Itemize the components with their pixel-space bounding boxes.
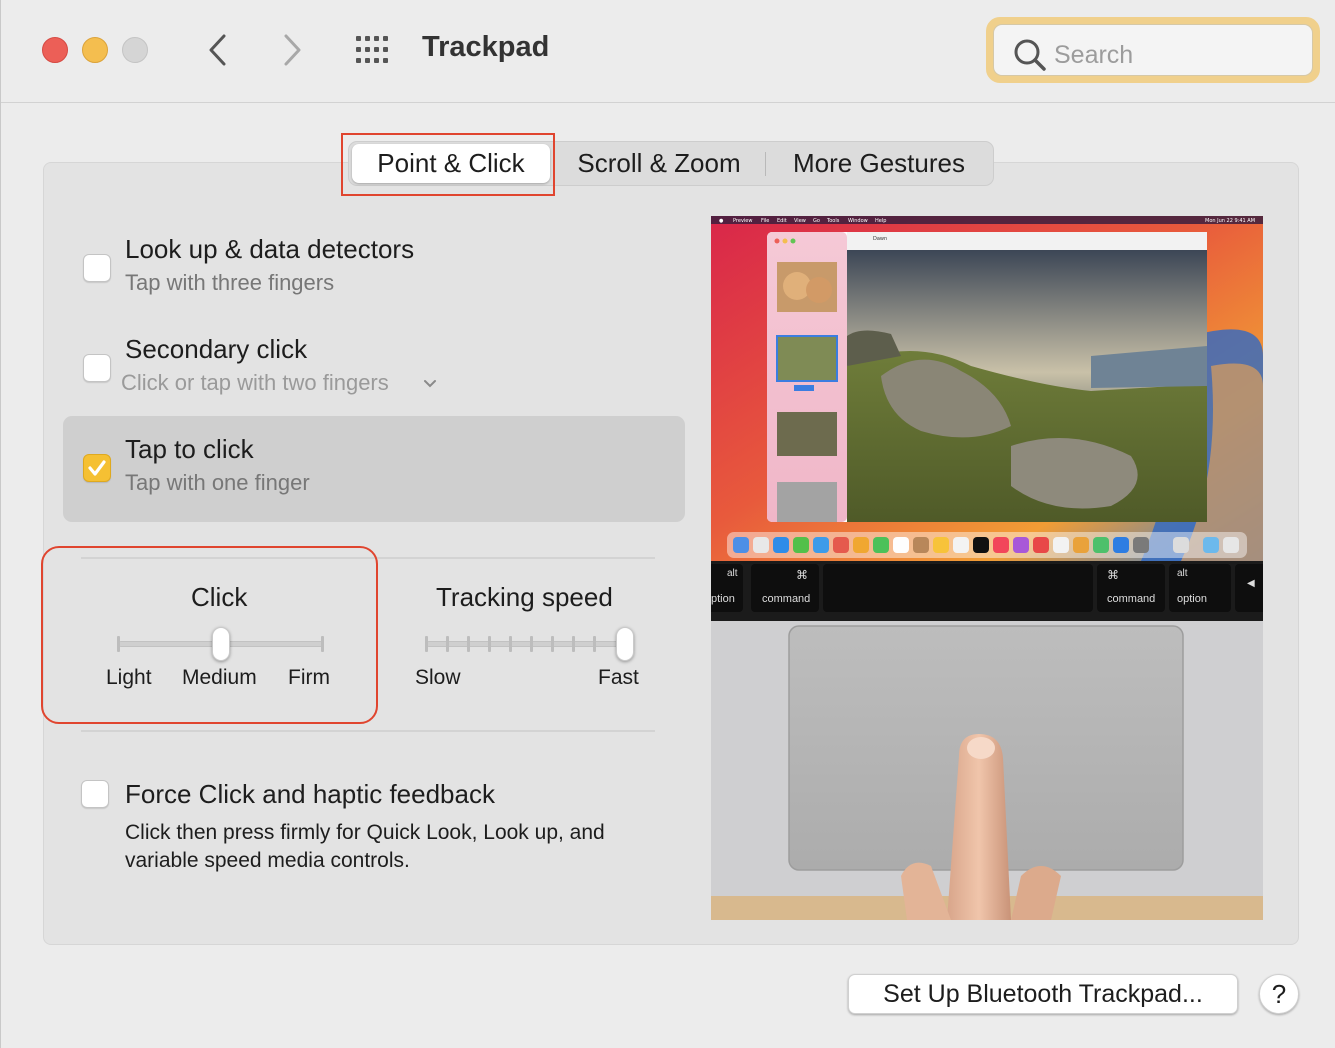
checkmark-icon [88, 460, 106, 476]
search-placeholder: Search [1054, 41, 1134, 69]
annotation-box-click [41, 546, 378, 724]
grid-icon [356, 36, 388, 63]
svg-text:●: ● [719, 218, 724, 224]
secondary-click-title: Secondary click [125, 334, 308, 364]
key-command-left: command [762, 593, 811, 605]
tracking-slider-tick [488, 636, 491, 652]
tracking-slider-knob[interactable] [616, 627, 634, 661]
setup-bluetooth-trackpad-button[interactable]: Set Up Bluetooth Trackpad... [848, 974, 1238, 1014]
help-button[interactable]: ? [1259, 974, 1299, 1014]
chevron-down-icon [424, 380, 436, 388]
key-option-right: option [1177, 593, 1207, 605]
secondary-click-checkbox[interactable] [83, 354, 111, 382]
key-cmd-symbol-right: ⌘ [1107, 568, 1119, 582]
svg-text:View: View [794, 218, 806, 224]
svg-text:Preview: Preview [733, 218, 752, 224]
svg-text:Dawn: Dawn [873, 236, 887, 242]
svg-text:Edit: Edit [777, 218, 787, 224]
tracking-label-fast: Fast [598, 666, 639, 689]
tracking-slider-tick [593, 636, 596, 652]
tracking-speed-title: Tracking speed [436, 582, 613, 612]
gesture-preview-image: ● Preview File Edit View Go Tools Window Help M… [711, 216, 1263, 920]
back-button[interactable] [201, 30, 235, 70]
key-cmd-symbol-left: ⌘ [796, 568, 808, 582]
tab-separator [765, 152, 766, 176]
system-preferences-window: Trackpad Search Point & Click Scroll & Z… [0, 0, 1335, 1048]
lookup-checkbox[interactable] [83, 254, 111, 282]
zoom-button[interactable] [122, 37, 148, 63]
svg-text:Window: Window [848, 218, 868, 224]
key-option-left: ption [711, 593, 735, 605]
tracking-slider-track [426, 641, 626, 647]
svg-text:Tools: Tools [826, 218, 840, 224]
tracking-slider-tick [572, 636, 575, 652]
annotation-box-tab [341, 133, 555, 196]
tap-to-click-row[interactable] [63, 416, 685, 522]
arrow-left-key-icon: ◀ [1247, 578, 1255, 589]
show-all-button[interactable] [355, 35, 393, 65]
force-click-title: Force Click and haptic feedback [125, 779, 495, 809]
tracking-slider-tick [530, 636, 533, 652]
tap-to-click-title: Tap to click [125, 434, 254, 464]
tap-to-click-subtitle: Tap with one finger [125, 470, 310, 495]
key-command-right: command [1107, 593, 1156, 605]
chevron-left-icon [209, 34, 226, 66]
svg-text:Go: Go [813, 218, 820, 224]
search-field[interactable]: Search [986, 17, 1320, 83]
tap-to-click-checkbox[interactable] [83, 454, 111, 482]
lookup-title: Look up & data detectors [125, 234, 415, 264]
forward-button[interactable] [275, 30, 309, 70]
divider-bottom [81, 730, 655, 732]
key-alt-right: alt [1177, 568, 1188, 579]
secondary-click-subtitle: Click or tap with two fingers [121, 370, 389, 395]
search-input[interactable]: Search [993, 24, 1313, 76]
close-button[interactable] [42, 37, 68, 63]
secondary-click-popup[interactable]: Click or tap with two fingers [121, 368, 451, 398]
tracking-slider-tick [446, 636, 449, 652]
svg-text:File: File [761, 218, 769, 224]
tracking-slider-tick [467, 636, 470, 652]
minimize-button[interactable] [82, 37, 108, 63]
tracking-slider-tick [509, 636, 512, 652]
key-alt-left: alt [727, 568, 738, 579]
tracking-slider-tick [425, 636, 428, 652]
force-click-checkbox[interactable] [81, 780, 109, 808]
chevron-right-icon [284, 34, 301, 66]
tab-more-gestures[interactable]: More Gestures [774, 142, 984, 185]
tab-scroll-zoom[interactable]: Scroll & Zoom [559, 142, 759, 185]
tracking-label-slow: Slow [415, 666, 461, 689]
force-click-description: Click then press firmly for Quick Look, … [125, 821, 605, 872]
tracking-slider-tick [551, 636, 554, 652]
titlebar: Trackpad Search [1, 0, 1335, 103]
lookup-subtitle: Tap with three fingers [125, 270, 335, 295]
svg-text:Help: Help [875, 218, 886, 224]
search-icon [1014, 39, 1046, 71]
svg-text:Mon Jun 22 9:41 AM: Mon Jun 22 9:41 AM [1205, 218, 1255, 224]
window-title: Trackpad [422, 31, 550, 63]
